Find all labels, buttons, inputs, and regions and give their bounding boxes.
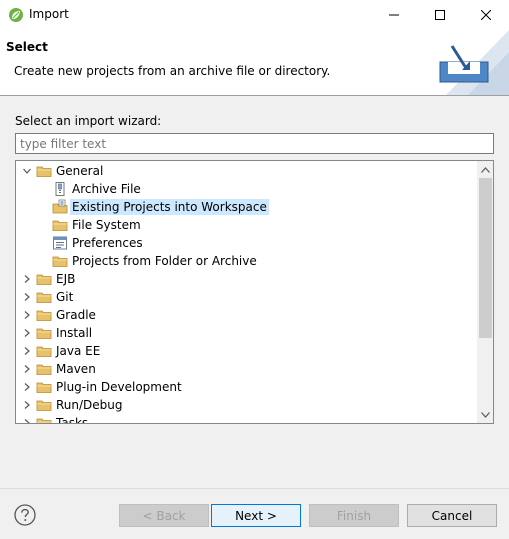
scroll-down-button[interactable] [477,406,493,423]
title-bar: Import [0,0,509,30]
folder-icon [36,361,52,377]
folder-icon [36,397,52,413]
tree-item-label: Git [56,290,74,304]
page-title: Select [6,40,48,54]
tree-item-label: EJB [56,272,76,286]
tree-item[interactable]: Tasks [16,414,477,423]
tree-item-label: Run/Debug [56,398,123,412]
tree-rows: General Archive File Existing Projects int… [16,161,477,423]
tree-item[interactable]: Existing Projects into Workspace [16,198,477,216]
filter-input[interactable] [15,133,494,154]
maximize-button[interactable] [417,0,463,30]
footer-separator [0,488,509,489]
chevron-right-icon[interactable] [21,309,33,321]
scroll-up-button[interactable] [477,161,493,178]
folder-icon [36,289,52,305]
import-wizard-banner-icon [406,30,509,95]
preferences-icon [52,235,68,251]
import-wizard-tree[interactable]: General Archive File Existing Projects int… [15,160,494,424]
archive-file-icon [52,181,68,197]
tree-item[interactable]: Projects from Folder or Archive [16,252,477,270]
finish-button[interactable]: Finish [309,504,399,527]
tree-item-label: Java EE [56,344,101,358]
chevron-right-icon[interactable] [21,399,33,411]
close-button[interactable] [463,0,509,30]
tree-item-label: Install [56,326,93,340]
tree-item[interactable]: Maven [16,360,477,378]
tree-item[interactable]: Install [16,324,477,342]
tree-item-label: General [56,164,104,178]
tree-item[interactable]: Gradle [16,306,477,324]
tree-item-label: Preferences [72,236,143,250]
folder-icon [52,253,68,269]
tree-item[interactable]: File System [16,216,477,234]
window-title: Import [29,7,69,21]
tree-item-label: Gradle [56,308,96,322]
tree-item[interactable]: Archive File [16,180,477,198]
tree-item[interactable]: Java EE [16,342,477,360]
wizard-header: Select Create new projects from an archi… [0,30,509,96]
tree-item[interactable]: EJB [16,270,477,288]
folder-icon [52,217,68,233]
existing-projects-icon [52,199,68,215]
folder-icon [36,325,52,341]
folder-icon [36,307,52,323]
tree-item-label: Existing Projects into Workspace [70,199,269,215]
chevron-right-icon[interactable] [21,417,33,423]
tree-item[interactable]: Git [16,288,477,306]
help-button[interactable] [14,504,36,526]
chevron-right-icon[interactable] [21,363,33,375]
help-icon [14,504,36,526]
chevron-down-icon[interactable] [21,165,33,177]
back-button[interactable]: < Back [119,504,209,527]
tree-item-label: Projects from Folder or Archive [72,254,257,268]
tree-item-label: Archive File [72,182,141,196]
tree-item[interactable]: Preferences [16,234,477,252]
folder-icon [36,415,52,423]
folder-icon [36,379,52,395]
wizard-label: Select an import wizard: [15,114,162,128]
tree-item[interactable]: Run/Debug [16,396,477,414]
tree-item-label: File System [72,218,141,232]
tree-item-label: Tasks [56,416,89,423]
scroll-thumb[interactable] [479,178,492,338]
chevron-right-icon[interactable] [21,291,33,303]
folder-icon [36,343,52,359]
next-button[interactable]: Next > [211,504,301,527]
cancel-button[interactable]: Cancel [407,504,497,527]
tree-item[interactable]: General [16,162,477,180]
tree-item-label: Maven [56,362,96,376]
tree-item[interactable]: Plug-in Development [16,378,477,396]
chevron-right-icon[interactable] [21,381,33,393]
chevron-right-icon[interactable] [21,273,33,285]
tree-item-label: Plug-in Development [56,380,182,394]
spring-leaf-icon [8,7,24,23]
chevron-right-icon[interactable] [21,345,33,357]
minimize-button[interactable] [371,0,417,30]
chevron-right-icon[interactable] [21,327,33,339]
folder-icon [36,271,52,287]
page-description: Create new projects from an archive file… [14,64,331,78]
vertical-scrollbar[interactable] [477,161,493,423]
folder-icon [36,163,52,179]
